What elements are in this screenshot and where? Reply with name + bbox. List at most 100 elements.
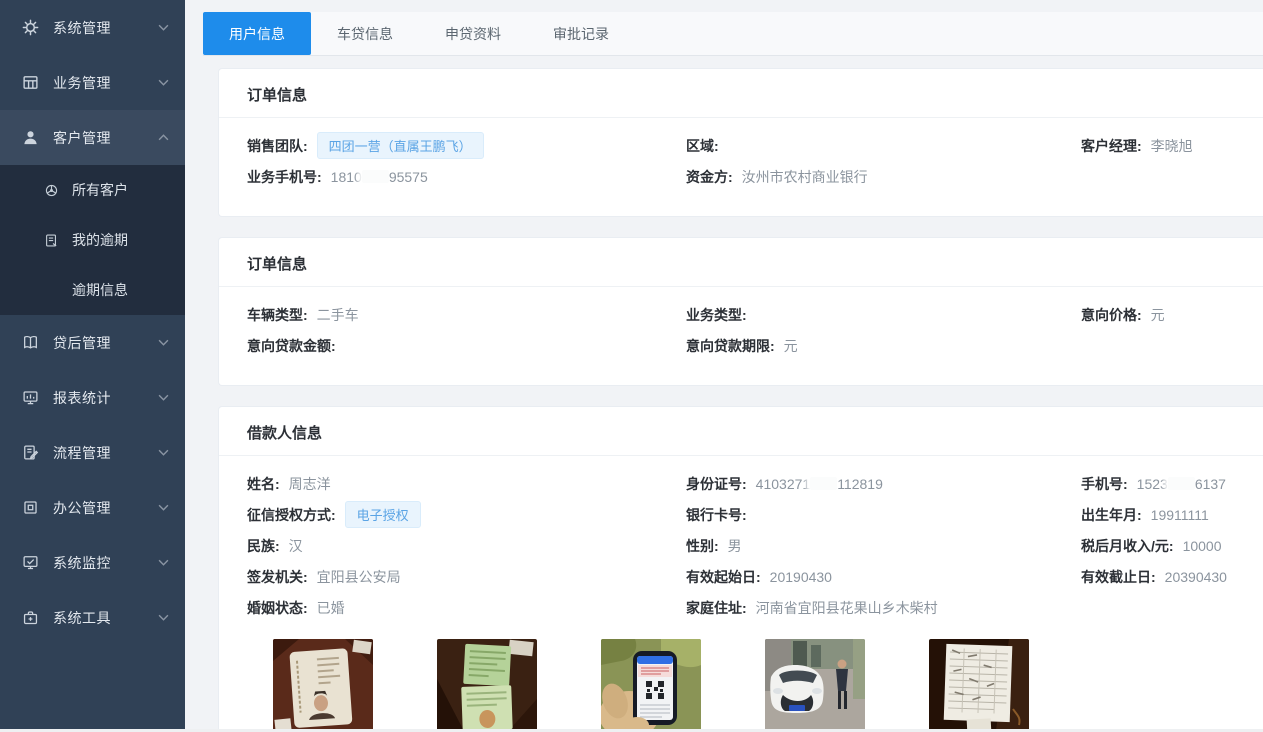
field-funder: 资金方: 汝州市农村商业银行 (686, 161, 1081, 192)
tab-approval-records[interactable]: 审批记录 (527, 12, 635, 55)
sidebar-item-label: 办公管理 (53, 498, 158, 518)
field-valid-to: 有效截止日: 20390430 (1081, 561, 1236, 592)
field-label: 出生年月: (1081, 505, 1142, 525)
user-icon (22, 129, 39, 146)
field-name: 姓名: 周志洋 (247, 468, 686, 499)
field-value: 20390430 (1165, 569, 1227, 585)
card-title: 订单信息 (219, 69, 1263, 118)
field-label: 身份证号: (686, 474, 747, 494)
chevron-up-icon (158, 133, 169, 142)
field-value: 19911111 (1151, 507, 1209, 523)
redacted-digits (1168, 477, 1195, 490)
field-account-manager: 客户经理: 李晓旭 (1081, 130, 1236, 161)
tab-user-info[interactable]: 用户信息 (203, 12, 311, 55)
sidebar-item-label: 所有客户 (72, 180, 128, 200)
sales-team-tag[interactable]: 四团一营（直属王鹏飞） (317, 132, 484, 159)
sidebar-item-customer-mgmt[interactable]: 客户管理 (0, 110, 185, 165)
field-value: 周志洋 (289, 474, 331, 494)
chevron-down-icon (158, 78, 169, 87)
field-value: 元 (784, 336, 798, 356)
field-label: 区域: (686, 136, 719, 156)
sidebar-item-label: 系统工具 (53, 608, 158, 628)
field-issuer: 签发机关: 宜阳县公安局 (247, 561, 686, 592)
sidebar-item-label: 流程管理 (53, 443, 158, 463)
tab-loan-application-docs[interactable]: 申贷资料 (419, 12, 527, 55)
field-label: 民族: (247, 536, 280, 556)
chevron-down-icon (158, 558, 169, 567)
field-vehicle-type: 车辆类型: 二手车 (247, 299, 686, 330)
field-label: 业务类型: (686, 305, 747, 325)
attachment-thumbnails: 身份证照 行驶证照片 (273, 639, 1263, 732)
chevron-down-icon (158, 448, 169, 457)
redacted-digits (810, 477, 837, 490)
field-label: 意向贷款金额: (247, 336, 336, 356)
toolbox-icon (22, 609, 39, 626)
attachment-person-car-photo[interactable]: 人车合影 (765, 639, 865, 732)
field-business-type: 业务类型: (686, 299, 1081, 330)
sidebar-item-my-overdue[interactable]: 我的逾期 (0, 215, 185, 265)
order-info-card-2: 订单信息 车辆类型: 二手车 业务类型: 意向价格: 元 意向贷款金额: 意向贷… (218, 237, 1263, 386)
sidebar-item-process-mgmt[interactable]: 流程管理 (0, 425, 185, 480)
field-value: 181095575 (331, 169, 428, 185)
redacted-digits (362, 170, 389, 183)
field-label: 有效截止日: (1081, 567, 1156, 587)
field-label: 姓名: (247, 474, 280, 494)
field-label: 婚姻状态: (247, 598, 308, 618)
sidebar-item-system-mgmt[interactable]: 系统管理 (0, 0, 185, 55)
field-id-number: 身份证号: 4103271112819 (686, 468, 1081, 499)
sidebar-item-system-monitor[interactable]: 系统监控 (0, 535, 185, 590)
chevron-down-icon (158, 23, 169, 32)
sidebar-item-business-mgmt[interactable]: 业务管理 (0, 55, 185, 110)
field-gender: 性别: 男 (686, 530, 1081, 561)
attachment-vehicle-license-photo[interactable]: 行驶证照片 (437, 639, 537, 732)
sidebar-item-office-mgmt[interactable]: 办公管理 (0, 480, 185, 535)
field-label: 银行卡号: (686, 505, 747, 525)
other-document-photo-image (929, 639, 1029, 732)
sidebar-item-label: 系统监控 (53, 553, 158, 573)
person-car-photo-image (765, 639, 865, 732)
field-label: 客户经理: (1081, 136, 1142, 156)
field-sales-team: 销售团队: 四团一营（直属王鹏飞） (247, 130, 686, 161)
attachment-id-card-photo[interactable]: 身份证照 (273, 639, 373, 732)
field-label: 意向贷款期限: (686, 336, 775, 356)
field-credit-auth: 征信授权方式: 电子授权 (247, 499, 686, 530)
monitor-check-icon (22, 554, 39, 571)
field-label: 意向价格: (1081, 305, 1142, 325)
sidebar-item-all-customers[interactable]: 所有客户 (0, 165, 185, 215)
sidebar-item-label: 报表统计 (53, 388, 158, 408)
field-label: 手机号: (1081, 474, 1128, 494)
chevron-down-icon (158, 503, 169, 512)
card-title: 订单信息 (219, 238, 1263, 287)
sidebar-item-label: 我的逾期 (72, 230, 128, 250)
field-label: 征信授权方式: (247, 505, 336, 525)
attachment-other-document-photo[interactable]: 其他资料 (929, 639, 1029, 732)
field-value: 已婚 (317, 598, 345, 618)
chevron-down-icon (158, 338, 169, 347)
field-label: 车辆类型: (247, 305, 308, 325)
monitor-icon (22, 389, 39, 406)
sidebar-item-report-stats[interactable]: 报表统计 (0, 370, 185, 425)
field-region: 区域: (686, 130, 1081, 161)
field-income: 税后月收入/元: 10000 (1081, 530, 1236, 561)
field-label: 资金方: (686, 167, 733, 187)
field-label: 有效起始日: (686, 567, 761, 587)
tab-car-loan-info[interactable]: 车贷信息 (311, 12, 419, 55)
field-label: 业务手机号: (247, 167, 322, 187)
field-label: 性别: (686, 536, 719, 556)
card-title: 借款人信息 (219, 407, 1263, 456)
sidebar-item-postloan-mgmt[interactable]: 贷后管理 (0, 315, 185, 370)
field-birth: 出生年月: 19911111 (1081, 499, 1236, 530)
field-value: 李晓旭 (1151, 136, 1193, 156)
credit-auth-tag[interactable]: 电子授权 (345, 501, 421, 528)
borrower-info-card: 借款人信息 姓名: 周志洋 身份证号: 4103271112819 手机号: 1… (218, 406, 1263, 732)
field-value: 汉 (289, 536, 303, 556)
field-business-phone: 业务手机号: 181095575 (247, 161, 686, 192)
field-value: 10000 (1183, 538, 1222, 554)
sidebar-item-overdue-info[interactable]: 逾期信息 (0, 265, 185, 315)
field-loan-term: 意向贷款期限: 元 (686, 330, 1081, 361)
sidebar-item-system-tools[interactable]: 系统工具 (0, 590, 185, 645)
attachment-auth-screenshot-photo[interactable]: 授权截图 (601, 639, 701, 732)
field-label: 签发机关: (247, 567, 308, 587)
field-loan-amount: 意向贷款金额: (247, 330, 686, 361)
main-content: 用户信息 车贷信息 申贷资料 审批记录 订单信息 销售团队: 四团一营（直属王鹏… (185, 0, 1263, 732)
